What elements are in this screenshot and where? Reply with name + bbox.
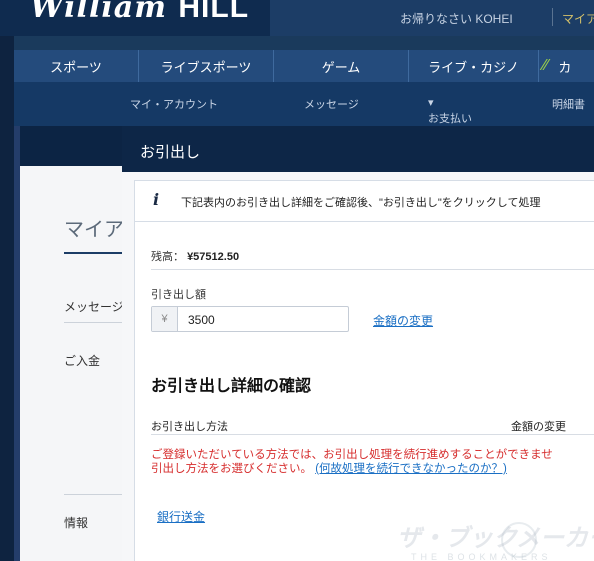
confirm-details-title: お引き出し詳細の確認	[151, 378, 312, 395]
side-link-messages[interactable]: メッセージ	[64, 298, 124, 315]
change-amount-link[interactable]: 金額の変更	[373, 312, 433, 329]
nav-casino-label: カ	[558, 59, 572, 75]
subnav-messages[interactable]: メッセージ	[304, 96, 359, 112]
nav-casino[interactable]: ⁄⁄ カ	[539, 50, 594, 82]
nav-live-casino[interactable]: ライブ・カジノ	[409, 50, 539, 82]
subnav-payments-label: お支払い	[428, 113, 472, 125]
amount-change-column-header: 金額の変更	[511, 421, 566, 433]
header-divider	[552, 8, 553, 26]
banner-photo-strip	[14, 126, 20, 561]
method-column-header: お引き出し方法	[151, 421, 228, 433]
warning-line-2-text: 引出し方法をお選びください。	[151, 463, 312, 475]
subnav-statement[interactable]: 明細書	[552, 96, 585, 112]
amount-value: 3500	[188, 313, 215, 327]
page-title: マイア	[64, 219, 124, 241]
balance-row: 残高： ¥57512.50	[151, 248, 239, 264]
nav-games[interactable]: ゲーム	[274, 50, 409, 82]
info-notice: i 下記表内のお引き出し詳細をご確認後、"お引き出し"をクリックして処理	[134, 180, 594, 222]
withdraw-modal: i 下記表内のお引き出し詳細をご確認後、"お引き出し"をクリックして処理 残高：…	[122, 172, 594, 561]
side-divider	[64, 494, 122, 495]
amount-label: 引き出し額	[151, 289, 206, 301]
watermark-text: ザ・ブックメーカーズ	[397, 525, 594, 552]
method-warning: ご登録いただいている方法では、お引出し処理を続行進めすることができませ 引出し方…	[151, 448, 594, 476]
side-link-deposit[interactable]: ご入金	[64, 352, 100, 369]
logo-script: William	[30, 0, 167, 25]
balance-value: ¥57512.50	[187, 251, 240, 263]
main-nav: スポーツ ライブスポーツ ゲーム ライブ・カジノ ⁄⁄ カ	[14, 50, 594, 82]
logo-hill: HILL	[178, 0, 250, 24]
sub-nav: マイ・アカウント メッセージ お支払い ▾ 明細書	[14, 82, 594, 126]
withdraw-modal-header: お引出し	[122, 126, 594, 172]
nav-sports[interactable]: スポーツ	[14, 50, 139, 82]
top-header: William HILL お帰りなさい KOHEI マイア	[0, 0, 594, 36]
my-page-link[interactable]: マイア	[562, 10, 594, 27]
background-page: マイア メッセージ ご入金 情報	[14, 126, 124, 561]
balance-label: 残高：	[151, 251, 184, 263]
subnav-my-account[interactable]: マイ・アカウント	[130, 96, 218, 112]
table-header-divider	[151, 434, 594, 435]
bank-transfer-link[interactable]: 銀行送金	[157, 508, 205, 525]
greeting-text: お帰りなさい KOHEI	[400, 12, 513, 26]
title-underline	[64, 252, 122, 254]
page-banner	[14, 126, 122, 166]
why-failed-link[interactable]: (何故処理を続行できなかったのか？)	[315, 463, 507, 475]
side-link-info[interactable]: 情報	[64, 514, 88, 531]
nav-live-sports[interactable]: ライブスポーツ	[139, 50, 274, 82]
info-text: 下記表内のお引き出し詳細をご確認後、"お引き出し"をクリックして処理	[181, 197, 541, 209]
withdraw-panel: 残高： ¥57512.50 引き出し額 ¥ 3500 金額の変更 お引き出し詳細…	[134, 222, 594, 561]
subnav-payments[interactable]: お支払い ▾	[428, 96, 472, 125]
side-divider	[64, 322, 122, 323]
balance-divider	[151, 269, 594, 270]
watermark-subtext: THE BOOKMAKERS	[411, 552, 552, 561]
warning-line-1: ご登録いただいている方法では、お引出し処理を続行進めすることができませ	[151, 449, 553, 461]
amount-input[interactable]: ¥ 3500	[151, 306, 349, 332]
modal-title: お引出し	[140, 144, 201, 161]
left-gutter	[0, 36, 14, 561]
yen-icon: ¥	[152, 307, 178, 331]
feather-icon: ⁄⁄	[543, 57, 549, 74]
info-icon: i	[153, 190, 160, 209]
warning-line-2: 引出し方法をお選びください。 (何故処理を続行できなかったのか？)	[151, 462, 594, 476]
william-hill-logo[interactable]: William HILL	[30, 0, 249, 25]
